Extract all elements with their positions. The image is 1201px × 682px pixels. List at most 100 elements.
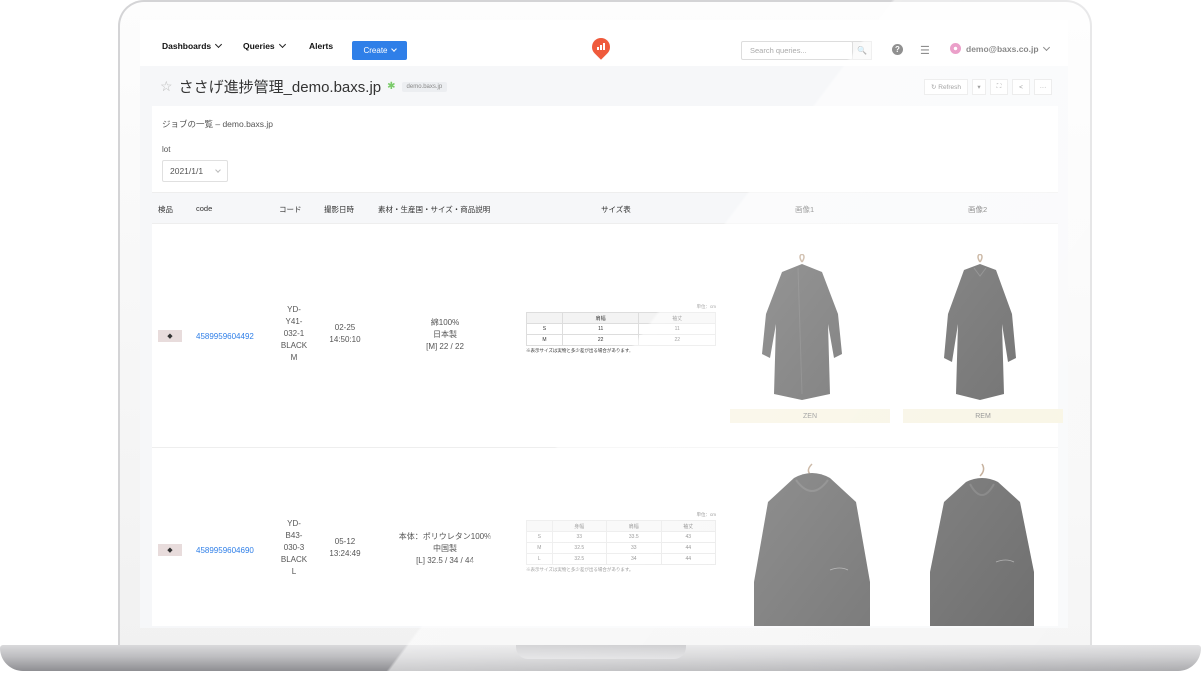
hoodie-photo-1[interactable] (744, 462, 880, 626)
refresh-label: Refresh (938, 83, 962, 91)
desc-line: [M] 22 / 22 (426, 342, 464, 351)
dashboard-toolbar: ↻ Refresh ▾ ⛶ < ··· (924, 79, 1052, 95)
share-icon[interactable]: < (1012, 79, 1030, 95)
chevron-down-icon (1042, 43, 1050, 51)
nav-queries[interactable]: Queries (243, 40, 286, 51)
status-icon: ✱ (387, 81, 396, 92)
size-header (526, 520, 553, 532)
col-image1[interactable]: 画像1 (795, 204, 814, 215)
col-description[interactable]: 素材・生産国・サイズ・商品説明 (378, 204, 490, 215)
size-cell: 11 (561, 323, 640, 335)
star-icon[interactable]: ☆ (160, 78, 173, 95)
image1-caption: ZEN (730, 409, 890, 423)
desc-line: 本体：ポリウレタン100% (398, 532, 492, 541)
help-icon[interactable]: ? (892, 44, 903, 55)
hoodie-photo-2[interactable] (916, 462, 1048, 626)
description: 本体：ポリウレタン100% 中国製 [L] 32.5 / 34 / 44 (378, 531, 512, 567)
shoot-time: 13:24:49 (329, 549, 361, 558)
size-header: 肩幅 (606, 520, 662, 532)
lot-select[interactable]: 2021/1/1 (162, 160, 228, 182)
logo-bars (597, 43, 606, 50)
search-input[interactable]: Search queries... (741, 41, 853, 60)
laptop-notch (516, 645, 686, 659)
shoot-time: 14:50:10 (329, 335, 361, 344)
desc-line: 中国製 (433, 544, 457, 553)
nav-alerts-label: Alerts (309, 41, 334, 51)
description: 綿100% 日本製 [M] 22 / 22 (378, 317, 512, 353)
kenpin-badge[interactable]: ◆ (158, 544, 182, 556)
nav-dashboards-label: Dashboards (162, 41, 212, 51)
code-link[interactable]: 4589959604690 (196, 546, 254, 555)
size-cell: 33.5 (606, 531, 662, 543)
size-cell: 43 (660, 531, 716, 543)
table-row: ◆ 4589959604690 YD- B43- 030-3 BLACK L 0… (152, 448, 1058, 626)
user-email: demo@baxs.co.jp (966, 43, 1039, 54)
size-cell: M (526, 334, 563, 346)
table-row: ◆ 4589959604492 YD- Y41- 032-1 BLACK M 0… (152, 224, 1063, 448)
size-cell: 32.5 (551, 542, 608, 554)
size-note: ※表示サイズは実物と多少差が出る場合があります。 (526, 348, 634, 353)
size-header: 身幅 (551, 520, 608, 532)
search-icon[interactable]: 🔍 (852, 41, 872, 60)
product-code-line: BLACK (280, 555, 308, 564)
user-menu[interactable]: demo@baxs.co.jp (950, 43, 1050, 54)
fullscreen-icon[interactable]: ⛶ (990, 79, 1008, 95)
product-code-line: M (290, 353, 298, 362)
size-cell: 22 (561, 334, 640, 346)
size-table: 単位：cm 身幅 肩幅 袖丈 S 33 33.5 43 M 32.5 33 44 L 32.5 34… (526, 512, 716, 573)
chevron-down-icon (390, 46, 397, 52)
kenpin-badge[interactable]: ◆ (158, 330, 182, 342)
dashboard-tag[interactable]: demo.baxs.jp (401, 81, 448, 92)
product-code-line: 032-1 (283, 329, 305, 338)
size-cell: 33 (606, 542, 662, 554)
product-code-line: L (291, 567, 297, 576)
size-cell: 44 (660, 542, 716, 554)
nav-alerts[interactable]: Alerts (309, 41, 333, 51)
screen: Dashboards Queries Alerts Create Search … (140, 20, 1068, 628)
product-code: YD- Y41- 032-1 BLACK M (274, 304, 314, 364)
settings-icon[interactable]: ☰ (920, 44, 930, 57)
size-cell: 34 (606, 553, 662, 565)
dashboard-header: ☆ ささげ進捗管理_demo.baxs.jp ✱ demo.baxs.jp (160, 76, 448, 97)
desc-line: 日本製 (433, 330, 457, 339)
chevron-down-icon (215, 40, 223, 49)
refresh-icon: ↻ (930, 84, 937, 91)
create-button[interactable]: Create (352, 41, 407, 60)
table-header: 検品 code コード 撮影日時 素材・生産国・サイズ・商品説明 サイズ表 画像… (152, 192, 1058, 224)
size-cell: 44 (660, 553, 716, 565)
size-cell: 11 (638, 323, 716, 335)
page-title: ささげ進捗管理_demo.baxs.jp (178, 79, 382, 96)
nav-dashboards[interactable]: Dashboards (162, 40, 223, 51)
avatar (950, 43, 961, 54)
col-image2[interactable]: 画像2 (968, 204, 987, 215)
refresh-button[interactable]: ↻ Refresh (924, 79, 968, 95)
product-code-line: YD- (287, 305, 301, 314)
product-code: YD- B43- 030-3 BLACK L (274, 518, 314, 578)
col-product-code[interactable]: コード (279, 204, 302, 215)
size-cell: S (526, 531, 553, 543)
chevron-down-icon (278, 40, 286, 49)
size-table: 単位：cm 肩幅 袖丈 S 11 11 M 22 22 ※表示サイズは実物と多少差が出る場… (526, 304, 716, 354)
size-cell: M (526, 542, 553, 554)
product-code-line: Y41- (285, 317, 303, 326)
product-code-line: YD- (287, 519, 301, 528)
coat-photo-1[interactable] (742, 254, 862, 404)
col-kenpin[interactable]: 検品 (158, 204, 173, 215)
coat-photo-2[interactable] (920, 254, 1040, 404)
param-label: lot (162, 145, 171, 154)
size-note: ※表示サイズは実物と多少差が出る場合があります。 (526, 567, 634, 572)
col-size-table[interactable]: サイズ表 (601, 204, 631, 215)
col-shoot-date[interactable]: 撮影日時 (324, 204, 354, 215)
size-header (526, 312, 563, 324)
create-button-label: Create (363, 46, 388, 55)
code-link[interactable]: 4589959604492 (196, 332, 254, 341)
refresh-dropdown[interactable]: ▾ (972, 79, 986, 95)
col-code[interactable]: code (196, 204, 212, 213)
shoot-datetime: 02-25 14:50:10 (320, 322, 370, 346)
top-nav: Dashboards Queries Alerts Create Search … (140, 20, 1068, 66)
size-grid: 身幅 肩幅 袖丈 S 33 33.5 43 M 32.5 33 44 L 32.5 34 44 (526, 520, 716, 565)
widget-title[interactable]: ジョブの一覧 – demo.baxs.jp (162, 118, 273, 130)
product-code-line: BLACK (280, 341, 308, 350)
size-cell: S (526, 323, 563, 335)
more-icon[interactable]: ··· (1034, 79, 1052, 95)
